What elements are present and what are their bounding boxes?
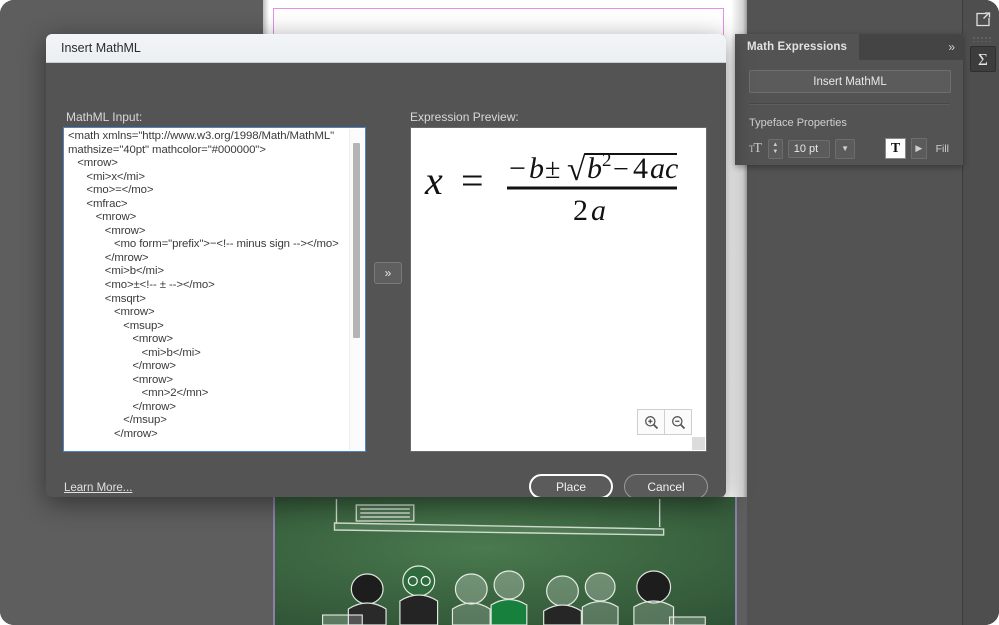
quadratic-formula-icon: x = − b ± √ b 2 − 4 ac 2 a bbox=[424, 150, 678, 227]
svg-text:ac: ac bbox=[650, 152, 678, 185]
chalkboard-illustration bbox=[275, 497, 735, 625]
text-size-icon: TT bbox=[749, 140, 762, 156]
svg-text:b: b bbox=[587, 152, 602, 185]
panel-divider bbox=[749, 103, 949, 105]
cancel-button[interactable]: Cancel bbox=[624, 474, 708, 497]
svg-text:√: √ bbox=[567, 151, 586, 188]
transfer-to-preview-button[interactable]: » bbox=[374, 262, 402, 284]
font-size-field[interactable]: 10 pt bbox=[787, 139, 831, 158]
insert-mathml-dialog: Insert MathML MathML Input: Expression P… bbox=[46, 34, 726, 497]
panel-tabbar: Math Expressions » bbox=[735, 34, 963, 60]
textarea-scrollbar[interactable] bbox=[349, 129, 364, 450]
svg-text:x: x bbox=[424, 158, 443, 203]
panel-dock-strip[interactable]: Σ bbox=[962, 0, 999, 625]
typeface-properties-row: TT ▲ ▼ 10 pt ▼ T ▶ Fill bbox=[749, 138, 949, 159]
svg-text:−: − bbox=[509, 152, 526, 185]
insert-mathml-button[interactable]: Insert MathML bbox=[749, 70, 951, 93]
panel-body: Insert MathML Typeface Properties TT ▲ ▼… bbox=[735, 60, 963, 165]
stepper-updown-icon[interactable]: ▲ ▼ bbox=[768, 138, 783, 159]
mathml-input-label: MathML Input: bbox=[66, 110, 143, 124]
grip-dots-icon bbox=[972, 36, 992, 42]
dialog-titlebar: Insert MathML bbox=[46, 34, 726, 63]
expression-preview-label: Expression Preview: bbox=[410, 110, 519, 124]
chevron-right-icon[interactable]: ▶ bbox=[911, 138, 927, 159]
svg-text:b: b bbox=[529, 152, 544, 185]
svg-text:4: 4 bbox=[633, 152, 648, 185]
fill-swatch[interactable]: T bbox=[885, 138, 907, 159]
panel-tab-label: Math Expressions bbox=[747, 41, 848, 53]
rendered-formula: x = − b ± √ b 2 − 4 ac 2 a bbox=[421, 136, 691, 233]
svg-text:a: a bbox=[591, 194, 606, 227]
zoom-in-icon[interactable] bbox=[637, 409, 665, 435]
mathml-input-textarea[interactable]: <math xmlns="http://www.w3.org/1998/Math… bbox=[63, 127, 366, 452]
math-expressions-panel: Math Expressions » Insert MathML Typefac… bbox=[735, 34, 963, 165]
svg-text:−: − bbox=[613, 154, 629, 185]
sigma-icon[interactable]: Σ bbox=[970, 46, 996, 72]
application-window: Σ Math Expressions » Insert MathML Typef… bbox=[0, 0, 999, 625]
document-image-region bbox=[263, 497, 747, 625]
expression-preview-area[interactable]: x = − b ± √ b 2 − 4 ac 2 a bbox=[410, 127, 707, 452]
tab-math-expressions[interactable]: Math Expressions bbox=[735, 34, 860, 60]
learn-more-link[interactable]: Learn More... bbox=[64, 482, 132, 494]
preview-zoom-controls bbox=[637, 409, 692, 435]
svg-text:2: 2 bbox=[573, 194, 588, 227]
chalkboard-drawing-icon bbox=[322, 499, 706, 625]
zoom-out-icon[interactable] bbox=[665, 409, 692, 435]
typeface-properties-title: Typeface Properties bbox=[749, 117, 847, 129]
textarea-scrollbar-thumb[interactable] bbox=[353, 143, 360, 338]
place-button[interactable]: Place bbox=[529, 474, 613, 497]
export-icon[interactable] bbox=[970, 7, 994, 31]
fill-label: Fill bbox=[935, 142, 950, 155]
preview-resize-handle[interactable] bbox=[692, 437, 705, 450]
dialog-button-row: Place Cancel bbox=[529, 474, 708, 497]
panel-collapse-icon[interactable]: » bbox=[948, 34, 955, 60]
svg-text:±: ± bbox=[545, 154, 560, 185]
mathml-input-value: <math xmlns="http://www.w3.org/1998/Math… bbox=[68, 130, 339, 441]
chevron-down-icon[interactable]: ▼ bbox=[835, 138, 856, 159]
dialog-body: MathML Input: Expression Preview: <math … bbox=[46, 63, 726, 497]
svg-text:=: = bbox=[461, 158, 484, 203]
dialog-title: Insert MathML bbox=[61, 41, 141, 55]
chalkboard-page bbox=[273, 497, 737, 625]
